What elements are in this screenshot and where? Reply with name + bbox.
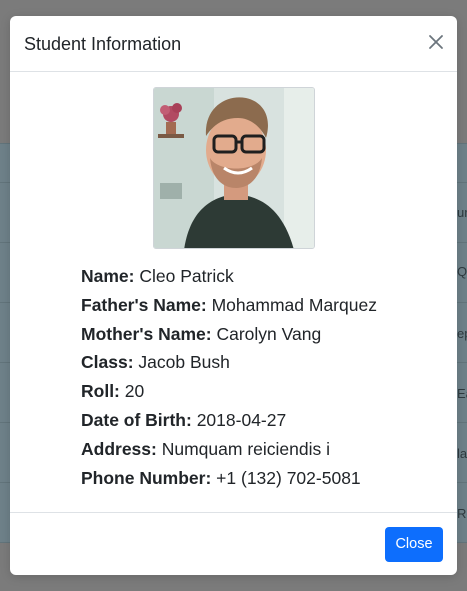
detail-label: Date of Birth: <box>81 409 192 430</box>
close-icon[interactable] <box>427 33 445 51</box>
detail-class: Class: Jacob Bush <box>81 348 441 377</box>
student-details: Name: Cleo Patrick Father's Name: Mohamm… <box>81 262 441 492</box>
detail-value: Mohammad Marquez <box>211 294 377 315</box>
detail-label: Name: <box>81 266 135 286</box>
student-info-modal: Student Information Name: Cleo Patrick F… <box>10 16 457 575</box>
student-photo <box>153 87 315 249</box>
modal-footer: Close <box>10 512 457 575</box>
detail-mother-name: Mother's Name: Carolyn Vang <box>81 320 441 349</box>
detail-phone-number: Phone Number: +1 (132) 702-5081 <box>81 464 441 493</box>
detail-label: Mother's Name: <box>81 323 212 344</box>
table-cell-fragment: Re <box>457 506 467 521</box>
modal-title: Student Information <box>24 34 182 54</box>
modal-header: Student Information <box>10 16 457 72</box>
detail-name: Name: Cleo Patrick <box>81 262 441 291</box>
detail-address: Address: Numquam reiciendis i <box>81 435 441 464</box>
detail-value: Jacob Bush <box>138 352 230 373</box>
detail-label: Class: <box>81 352 134 373</box>
detail-label: Roll: <box>81 381 120 402</box>
detail-value: Cleo Patrick <box>139 266 234 286</box>
detail-roll: Roll: 20 <box>81 377 441 406</box>
detail-date-of-birth: Date of Birth: 2018-04-27 <box>81 406 441 435</box>
table-cell-fragment: Qu <box>457 264 467 279</box>
detail-label: Address: <box>81 438 157 459</box>
detail-father-name: Father's Name: Mohammad Marquez <box>81 291 441 320</box>
table-cell-fragment: la <box>457 446 467 461</box>
table-cell-fragment: ur <box>457 205 467 220</box>
close-button[interactable]: Close <box>385 527 443 562</box>
detail-value: 20 <box>124 381 145 402</box>
table-cell-fragment: Ea <box>457 386 467 401</box>
modal-body: Name: Cleo Patrick Father's Name: Mohamm… <box>10 72 457 512</box>
detail-label: Phone Number: <box>81 467 212 488</box>
detail-label: Father's Name: <box>81 294 207 315</box>
detail-value: +1 (132) 702-5081 <box>216 467 361 488</box>
table-cell-fragment: ep <box>457 326 467 341</box>
detail-value: Numquam reiciendis i <box>161 438 330 459</box>
detail-value: Carolyn Vang <box>216 323 322 344</box>
detail-value: 2018-04-27 <box>196 409 287 430</box>
